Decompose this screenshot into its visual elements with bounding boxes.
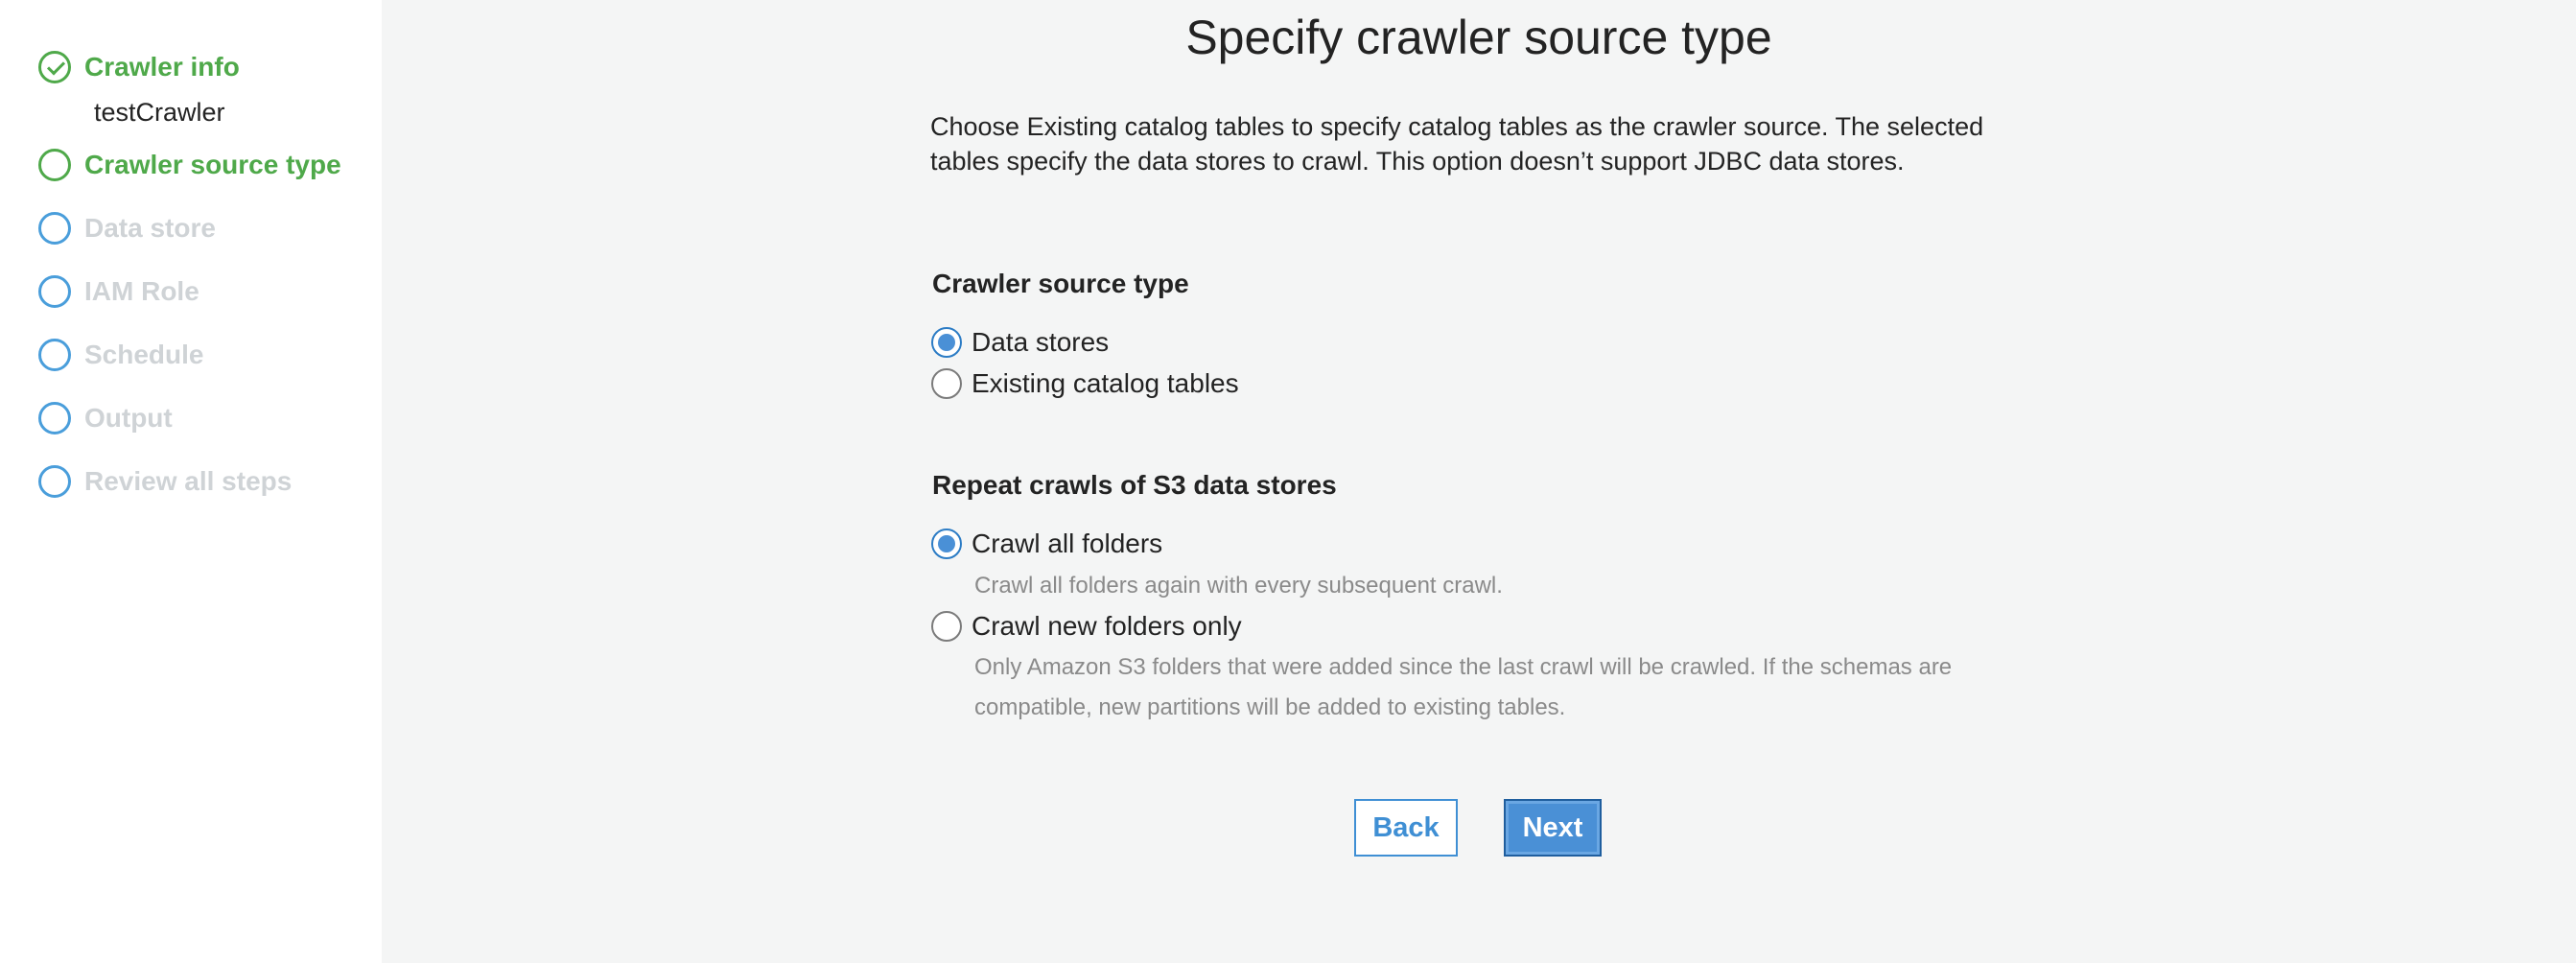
radio-button-checked[interactable]: [931, 528, 962, 559]
next-button[interactable]: Next: [1504, 799, 1602, 857]
step-review-all-steps[interactable]: Review all steps: [38, 462, 292, 501]
radio-crawl-all-folders[interactable]: Crawl all folders: [931, 527, 1162, 561]
step-iam-role[interactable]: IAM Role: [38, 272, 199, 311]
step-label: Crawler info: [84, 52, 240, 82]
crawl-new-folders-hint: Only Amazon S3 folders that were added s…: [974, 654, 1953, 720]
crawler-name: testCrawler: [94, 98, 225, 127]
circle-icon: [38, 339, 71, 371]
radio-label: Crawl new folders only: [972, 611, 1242, 641]
radio-button[interactable]: [931, 611, 962, 642]
step-label: Review all steps: [84, 466, 293, 496]
circle-icon: [38, 402, 71, 435]
circle-icon: [38, 212, 71, 245]
step-output[interactable]: Output: [38, 399, 173, 437]
crawl-all-folders-hint: Crawl all folders again with every subse…: [974, 573, 1503, 599]
radio-label: Existing catalog tables: [972, 368, 1239, 398]
step-label: Schedule: [84, 340, 204, 369]
radio-data-stores[interactable]: Data stores: [931, 325, 1109, 360]
source-type-heading: Crawler source type: [932, 269, 1189, 298]
step-data-store[interactable]: Data store: [38, 209, 216, 247]
circle-icon: [38, 465, 71, 498]
page-title: Specify crawler source type: [1185, 11, 1772, 64]
check-circle-icon: [38, 51, 71, 83]
step-label: IAM Role: [84, 276, 199, 306]
circle-icon: [38, 275, 71, 308]
step-schedule[interactable]: Schedule: [38, 336, 203, 374]
back-button[interactable]: Back: [1354, 799, 1458, 857]
intro-text: Choose Existing catalog tables to specif…: [930, 112, 1984, 176]
radio-existing-catalog-tables[interactable]: Existing catalog tables: [931, 366, 1239, 401]
step-label: Data store: [84, 213, 216, 243]
step-crawler-source-type[interactable]: Crawler source type: [38, 146, 341, 184]
radio-button[interactable]: [931, 368, 962, 399]
radio-label: Crawl all folders: [972, 528, 1163, 558]
radio-label: Data stores: [972, 327, 1110, 357]
radio-crawl-new-folders-only[interactable]: Crawl new folders only: [931, 609, 1242, 644]
step-label: Output: [84, 403, 173, 433]
repeat-crawls-heading: Repeat crawls of S3 data stores: [932, 470, 1337, 500]
wizard-sidebar: Crawler info testCrawler Crawler source …: [0, 0, 382, 963]
step-crawler-info[interactable]: Crawler info: [38, 48, 240, 86]
step-label: Crawler source type: [84, 150, 341, 179]
radio-button-checked[interactable]: [931, 327, 962, 358]
circle-icon: [38, 149, 71, 181]
